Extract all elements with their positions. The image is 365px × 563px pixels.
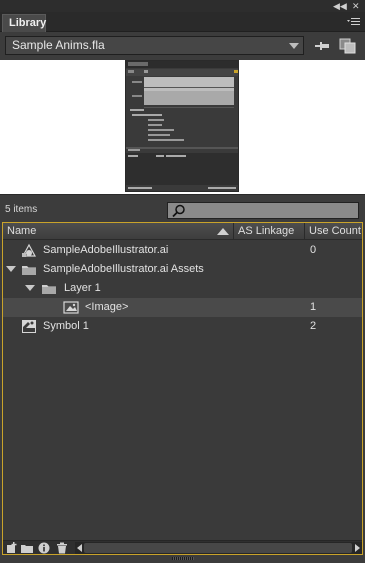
scroll-left-icon[interactable]	[77, 544, 82, 552]
scrollbar-thumb[interactable]	[84, 543, 352, 553]
search-icon	[172, 204, 186, 221]
item-name: SampleAdobeIllustrator.ai Assets	[43, 263, 204, 275]
pin-icon[interactable]	[314, 38, 330, 54]
double-arrow-left-icon[interactable]: ◀◀	[333, 0, 347, 12]
list-header: Name AS Linkage Use Count	[3, 223, 362, 240]
expand-triangle-icon[interactable]	[6, 266, 16, 272]
properties-icon[interactable]	[38, 542, 50, 554]
delete-icon[interactable]	[56, 542, 68, 554]
horizontal-scrollbar[interactable]	[75, 542, 362, 554]
item-name: Layer 1	[64, 282, 101, 294]
library-bottom-toolbar	[3, 540, 362, 554]
movieclip-symbol-icon	[21, 319, 37, 334]
document-dropdown-value: Sample Anims.fla	[12, 38, 105, 52]
scroll-right-icon[interactable]	[355, 544, 360, 552]
library-item-list: Name AS Linkage Use Count SampleAdobeIll…	[2, 222, 363, 555]
list-item[interactable]: SampleAdobeIllustrator.ai 0	[3, 241, 362, 260]
document-selector-row: Sample Anims.fla	[0, 33, 365, 59]
item-name: SampleAdobeIllustrator.ai	[43, 244, 169, 256]
preview-thumbnail	[125, 60, 239, 192]
tab-library[interactable]: Library	[2, 14, 46, 32]
folder-icon	[41, 281, 57, 296]
item-name: <Image>	[85, 301, 129, 313]
close-icon[interactable]: ✕	[352, 0, 360, 12]
bitmap-icon	[63, 300, 79, 315]
sort-ascending-icon	[217, 228, 229, 235]
item-preview-area	[0, 60, 365, 194]
item-use-count: 1	[310, 301, 317, 313]
column-header-linkage[interactable]: AS Linkage	[234, 223, 305, 240]
folder-icon	[21, 262, 37, 277]
new-library-panel-icon[interactable]	[339, 38, 357, 54]
panel-resize-grip[interactable]	[0, 555, 365, 563]
list-item[interactable]: <Image> 1	[3, 298, 362, 317]
column-header-name[interactable]: Name	[3, 223, 234, 240]
item-name: Symbol 1	[43, 320, 89, 332]
column-header-name-label: Name	[7, 225, 37, 237]
grip-dots	[172, 557, 194, 560]
list-item[interactable]: Symbol 1 2	[3, 317, 362, 336]
panel-menu-icon[interactable]	[347, 16, 361, 28]
item-count: 5 items	[5, 204, 38, 215]
column-header-use-count[interactable]: Use Count	[305, 223, 362, 240]
search-input[interactable]	[167, 202, 359, 219]
expand-triangle-icon[interactable]	[25, 285, 35, 291]
item-use-count: 0	[310, 244, 317, 256]
list-item[interactable]: Layer 1	[3, 279, 362, 298]
new-symbol-icon[interactable]	[6, 542, 18, 554]
new-folder-icon[interactable]	[21, 542, 33, 554]
chevron-down-icon	[289, 43, 299, 49]
panel-title-bar: ◀◀ ✕	[0, 0, 365, 12]
item-use-count: 2	[310, 320, 317, 332]
list-item[interactable]: SampleAdobeIllustrator.ai Assets	[3, 260, 362, 279]
illustrator-asset-icon	[21, 243, 37, 258]
document-dropdown[interactable]: Sample Anims.fla	[5, 36, 304, 55]
panel-tab-row: Library	[0, 12, 365, 32]
library-status-row: 5 items	[0, 194, 365, 222]
